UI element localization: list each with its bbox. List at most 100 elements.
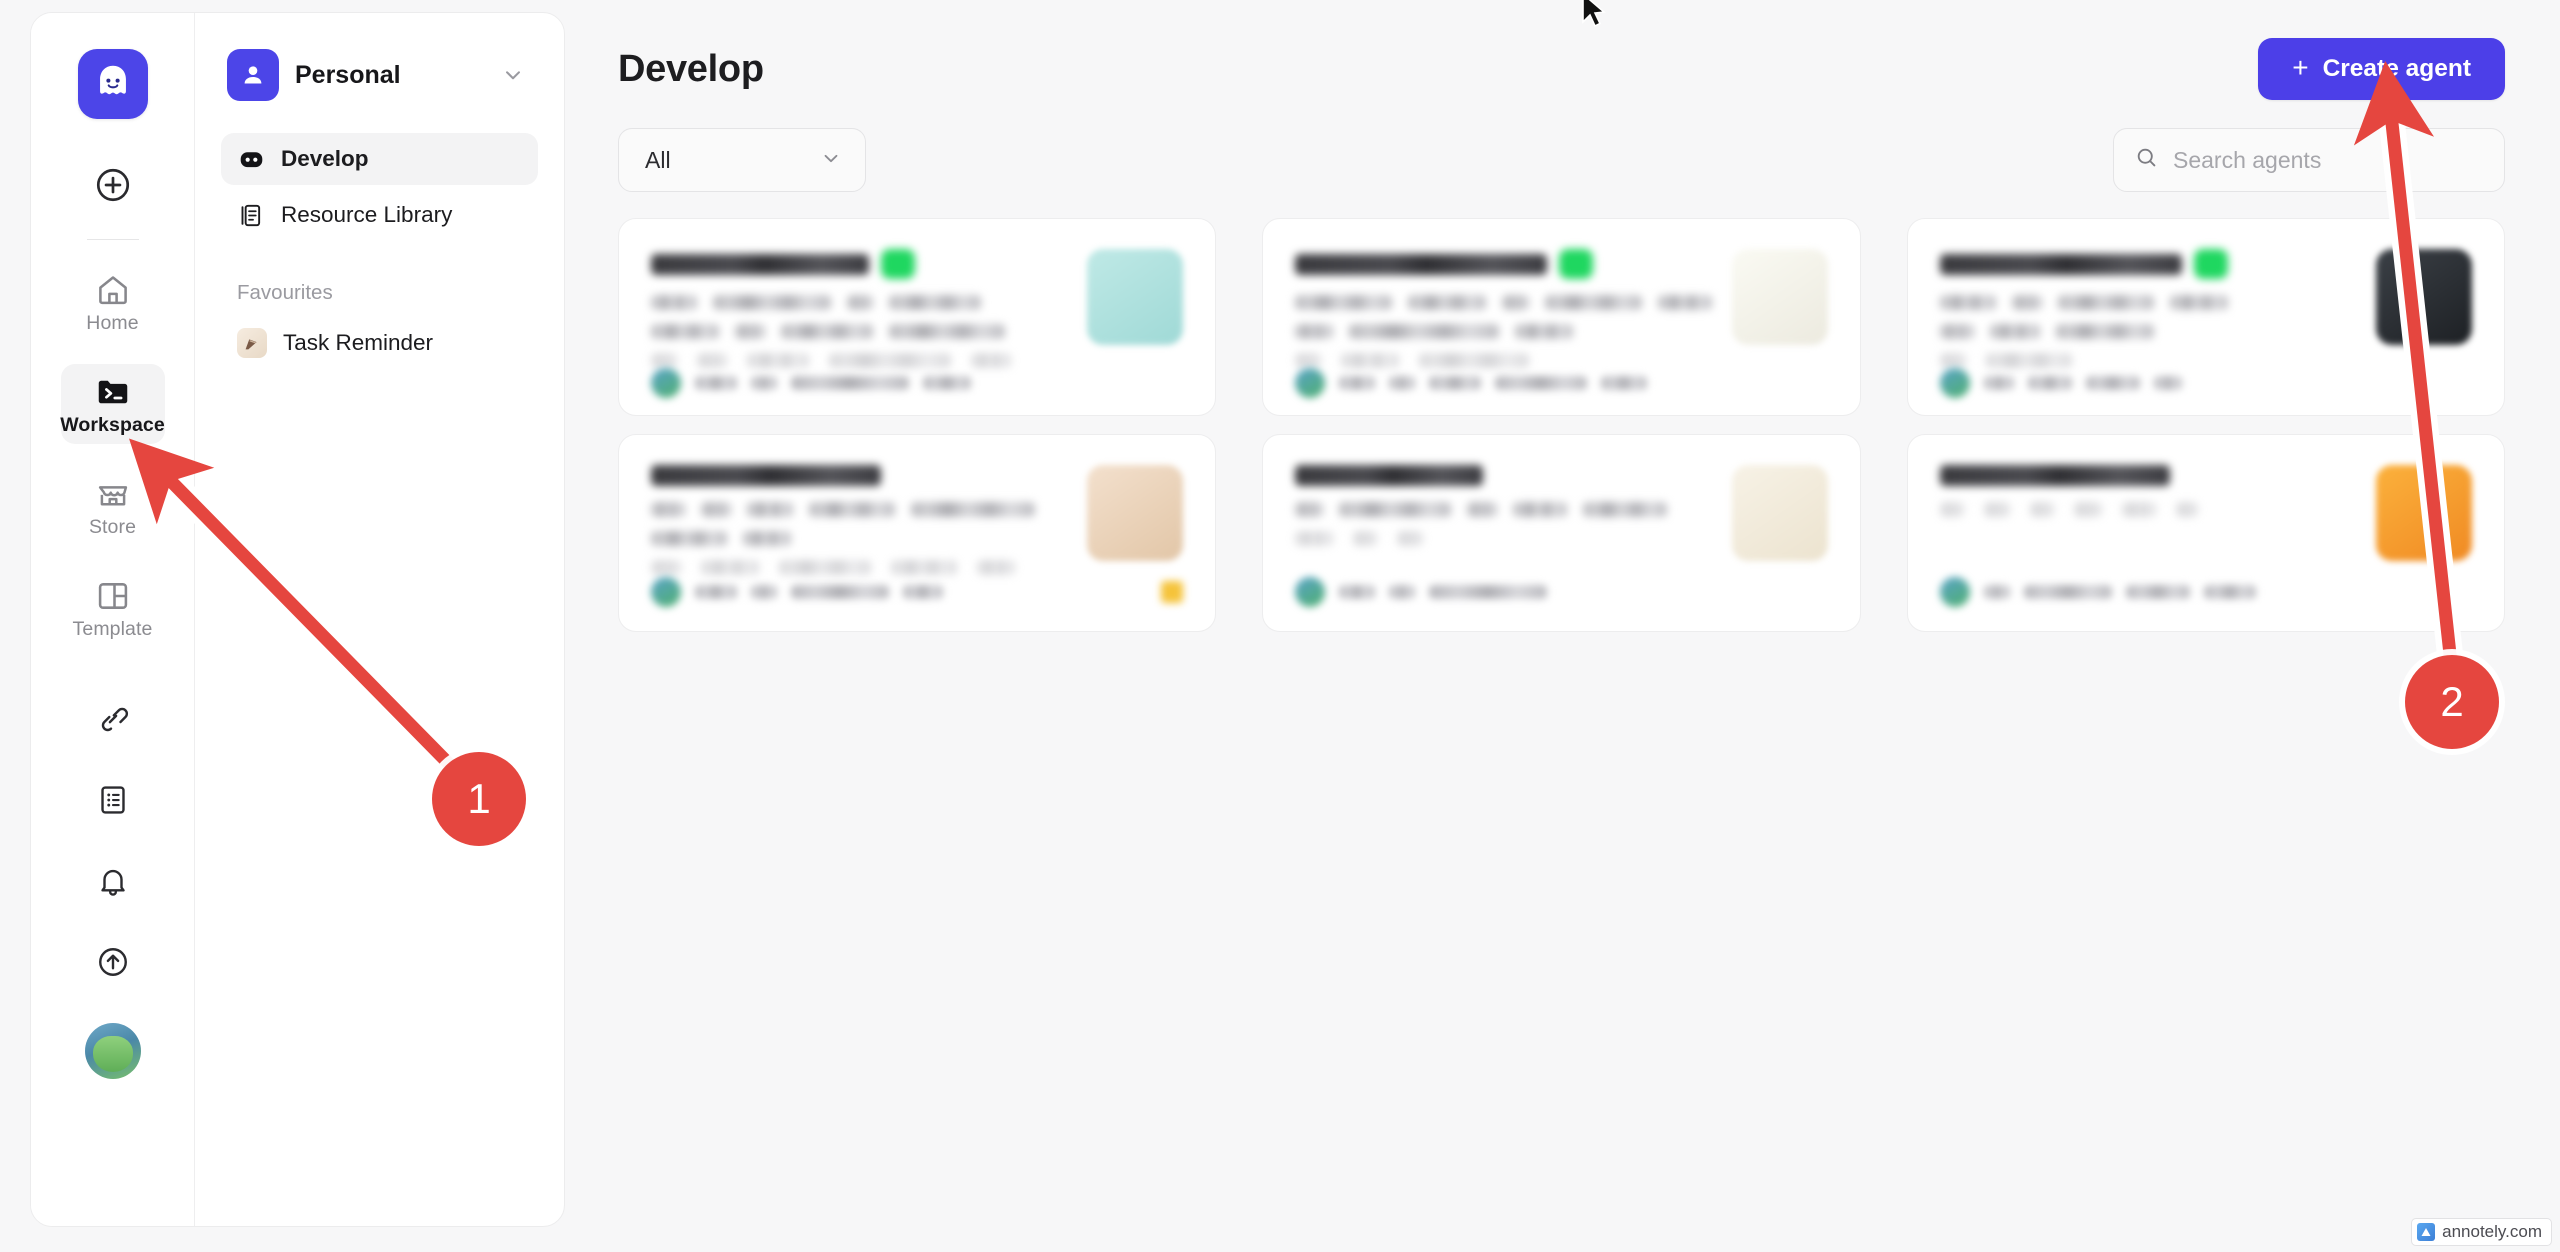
home-icon (95, 271, 131, 309)
agent-card-thumbnail (1087, 465, 1184, 561)
agent-card-footer (1939, 368, 2472, 398)
rail-divider (86, 239, 139, 240)
agent-card-thumbnail (1731, 465, 1828, 561)
primary-nav-rail: Home Workspace Store Template (31, 13, 195, 1226)
create-agent-label: Create agent (2322, 55, 2471, 82)
user-avatar[interactable] (84, 1023, 141, 1079)
search-input[interactable] (2173, 146, 2484, 174)
agent-card-author-avatar (1295, 577, 1326, 607)
upload-circle-icon[interactable] (90, 939, 136, 985)
agent-card-title (1295, 465, 1484, 486)
agent-card-title (651, 465, 881, 486)
agent-card-title (1939, 253, 2182, 275)
agent-card-author-avatar (651, 368, 681, 398)
nav-item-label: Resource Library (281, 202, 453, 227)
agent-card-description (1939, 502, 2356, 517)
agent-card-title (1939, 465, 2170, 486)
watermark-text: annotely.com (2442, 1222, 2542, 1241)
agent-card-thumbnail (2375, 465, 2472, 561)
workspace-switcher[interactable]: Personal (221, 43, 538, 107)
agent-card[interactable] (618, 218, 1217, 416)
create-agent-button[interactable]: + Create agent (2258, 38, 2505, 100)
agent-card-footer (651, 577, 1184, 607)
mouse-cursor (1582, 0, 1606, 28)
agent-card-thumbnail (2375, 249, 2472, 345)
agent-card-text (651, 465, 1067, 577)
sidebar-item-label: Workspace (60, 414, 165, 436)
nav-item-resource-library[interactable]: Resource Library (221, 189, 538, 241)
sidebar-item-template[interactable]: Template (61, 568, 165, 648)
agent-card[interactable] (1906, 434, 2505, 632)
chevron-down-icon (500, 62, 530, 88)
agent-card-text (1295, 465, 1711, 577)
sidebar-item-label: Store (88, 516, 137, 538)
annotation-marker-1: 1 (432, 752, 526, 846)
search-icon (2134, 145, 2159, 175)
document-list-icon[interactable] (90, 777, 136, 823)
task-reminder-thumb-icon (237, 328, 267, 358)
terminal-folder-icon (95, 373, 131, 411)
sidebar-item-store[interactable]: Store (61, 466, 165, 546)
agent-card-status-badge (881, 249, 915, 279)
agent-card[interactable] (1906, 218, 2505, 416)
storefront-icon (95, 475, 131, 513)
agent-card-footer (651, 368, 1183, 398)
agent-card-status-badge (2193, 249, 2228, 279)
rail-utility-group (90, 696, 136, 985)
sidebar-item-home[interactable]: Home (61, 262, 165, 342)
main-toolbar: All (600, 100, 2560, 192)
agent-card-description (1295, 502, 1711, 546)
agent-card-description (651, 295, 1067, 368)
app-root: Home Workspace Store Template Personal D… (0, 0, 2560, 1252)
plus-icon: + (2292, 52, 2309, 83)
agent-card-title (1295, 253, 1548, 275)
agent-card[interactable] (618, 434, 1217, 632)
agent-card-title (651, 253, 869, 275)
person-icon (227, 49, 279, 101)
add-new-button[interactable] (91, 163, 135, 207)
book-document-icon (237, 202, 265, 229)
favourite-item-label: Task Reminder (283, 330, 434, 355)
favourites-list: Task Reminder (221, 317, 538, 369)
agent-card-thumbnail (1731, 249, 1828, 345)
sidebar-item-workspace[interactable]: Workspace (60, 364, 165, 444)
plug-connection-icon[interactable] (90, 696, 136, 742)
left-panel: Home Workspace Store Template Personal D… (30, 12, 565, 1227)
bot-face-icon (237, 146, 265, 173)
sidebar-item-label: Template (72, 618, 153, 640)
chevron-down-icon (819, 146, 843, 175)
search-agents-box[interactable] (2113, 128, 2505, 192)
agent-card[interactable] (1262, 434, 1861, 632)
annotely-watermark: annotely.com (2411, 1218, 2552, 1246)
workspace-name: Personal (295, 60, 401, 89)
nav-item-develop[interactable]: Develop (221, 133, 538, 185)
annotely-logo-icon (2417, 1223, 2436, 1241)
layout-template-icon (95, 577, 131, 615)
agent-card-description (651, 502, 1067, 575)
agent-card[interactable] (1262, 218, 1861, 416)
agent-card-text (651, 249, 1067, 368)
sidebar-item-label: Home (86, 312, 139, 334)
agent-card-footer (1295, 577, 1827, 607)
agent-card-description (1939, 295, 2356, 368)
workspace-nav: Develop Resource Library (221, 133, 538, 241)
agent-card-author-avatar (1939, 368, 1970, 398)
agent-card-grid (618, 218, 2505, 632)
agent-card-thumbnail (1087, 249, 1184, 345)
agent-card-footer (1295, 368, 1827, 398)
workspace-panel: Personal Develop Resource Library Favour… (195, 13, 564, 1226)
nav-item-label: Develop (281, 146, 369, 171)
bell-icon[interactable] (90, 858, 136, 904)
agent-card-favourite-star[interactable] (1161, 581, 1184, 603)
favourite-item-task-reminder[interactable]: Task Reminder (221, 317, 538, 369)
agent-card-text (1939, 249, 2356, 368)
agent-card-text (1295, 249, 1712, 368)
ghost-mascot-logo-icon[interactable] (77, 49, 148, 119)
agent-card-text (1939, 465, 2356, 577)
agent-card-description (1295, 295, 1712, 368)
annotation-marker-2: 2 (2405, 655, 2499, 749)
filter-select[interactable]: All (618, 128, 866, 192)
agent-card-status-badge (1559, 249, 1594, 279)
favourites-heading: Favourites (237, 281, 333, 304)
page-title: Develop (618, 47, 764, 90)
